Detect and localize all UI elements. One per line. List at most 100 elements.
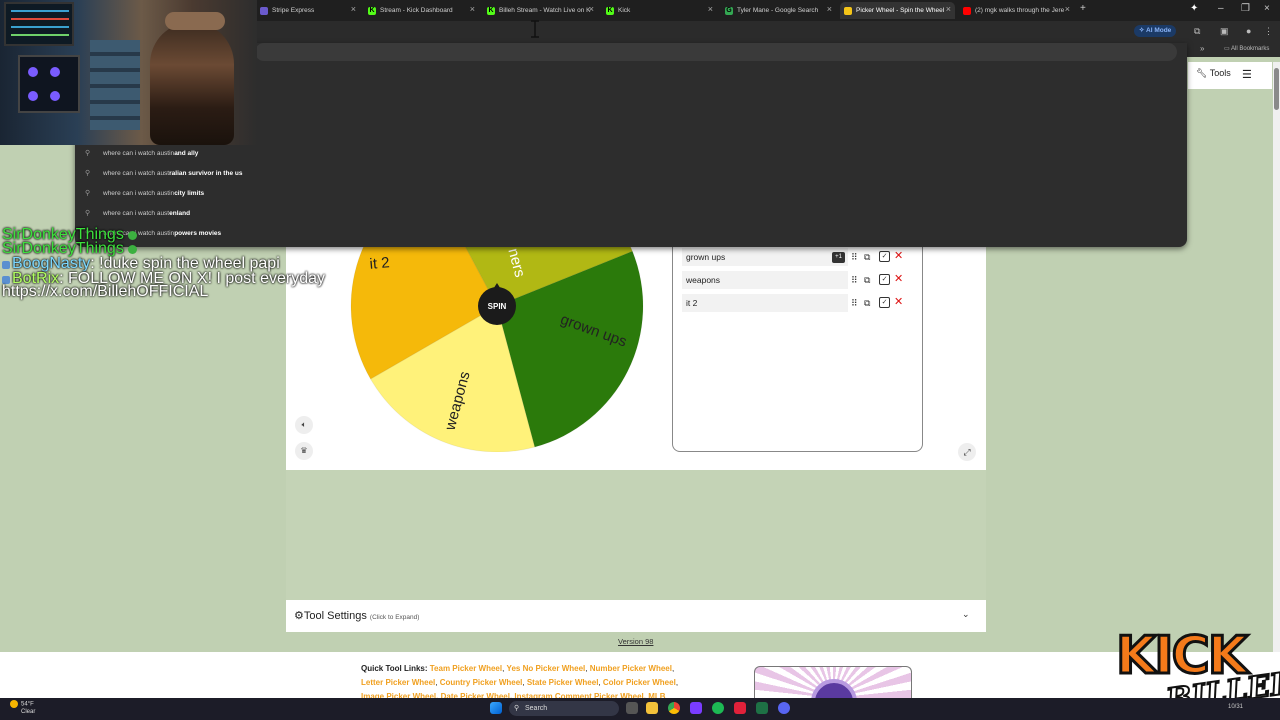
emote-icon <box>127 231 137 240</box>
weather-widget[interactable]: 54°F Clear <box>10 700 35 716</box>
search-icon: ⚲ <box>85 190 91 197</box>
delete-icon[interactable]: ✕ <box>894 296 903 308</box>
chevron-down-icon[interactable]: ⌄ <box>962 609 970 620</box>
minimize-icon[interactable]: – <box>1218 3 1224 14</box>
ai-mode-button[interactable]: ✧ AI Mode <box>1134 25 1177 37</box>
search-icon: ⚲ <box>85 170 91 177</box>
checkbox-icon[interactable]: ✓ <box>879 251 890 262</box>
entry-text[interactable]: weapons <box>682 271 848 289</box>
list-item: weapons ⠿ ⧉ ✓ ✕ <box>682 271 912 289</box>
spotify-icon[interactable] <box>712 702 724 714</box>
link-number-picker-wheel[interactable]: Number Picker Wheel <box>590 664 672 673</box>
tab-search-icon[interactable]: ▣ <box>1220 26 1229 37</box>
page-scrollbar[interactable] <box>1273 62 1280 702</box>
tab-kick-dashboard[interactable]: K Stream - Kick Dashboard × <box>364 2 479 19</box>
app-icon[interactable] <box>734 702 746 714</box>
link-country-picker-wheel[interactable]: Country Picker Wheel <box>440 678 523 687</box>
drag-handle-icon[interactable]: ⠿ <box>851 274 858 286</box>
start-icon[interactable] <box>490 702 502 714</box>
discord-icon[interactable] <box>778 702 790 714</box>
gear-icon: ⚙ <box>294 610 304 622</box>
link-state-picker-wheel[interactable]: State Picker Wheel <box>527 678 599 687</box>
taskbar-search[interactable]: ⚲ Search <box>509 701 619 716</box>
tab-favicon <box>260 6 268 15</box>
tab-billeh-stream[interactable]: K Billeh Stream - Watch Live on K × <box>483 2 598 19</box>
link-letter-picker-wheel[interactable]: Letter Picker Wheel <box>361 678 435 687</box>
link-color-picker-wheel[interactable]: Color Picker Wheel <box>603 678 676 687</box>
search-icon: ⚲ <box>85 210 91 217</box>
task-view-icon[interactable] <box>626 702 638 714</box>
close-icon[interactable]: × <box>589 4 594 14</box>
copilot-icon[interactable]: ✦ <box>1190 3 1198 14</box>
all-bookmarks-button[interactable]: ▭ All Bookmarks <box>1224 45 1269 52</box>
restore-icon[interactable]: ❐ <box>1241 3 1250 14</box>
close-icon[interactable]: × <box>1065 4 1070 14</box>
search-suggestion[interactable]: ⚲ where can i watch austin and ally <box>85 146 198 160</box>
shelf-graphic <box>90 40 140 130</box>
search-suggestion[interactable]: ⚲ where can i watch aust enland <box>85 206 190 220</box>
search-icon: ⚲ <box>85 150 91 157</box>
duplicate-icon[interactable]: ⧉ <box>864 297 870 309</box>
tools-button[interactable]: 🔧︎ Tools <box>1196 68 1231 79</box>
file-explorer-icon[interactable] <box>646 702 658 714</box>
chrome-icon[interactable] <box>668 702 680 714</box>
tab-stripe-express[interactable]: Stripe Express × <box>256 2 360 19</box>
folder-icon: ▭ <box>1224 46 1232 52</box>
tab-google-search[interactable]: G Tyler Mane - Google Search × <box>721 2 836 19</box>
new-tab-icon[interactable]: + <box>1080 3 1086 14</box>
drag-handle-icon[interactable]: ⠿ <box>851 297 858 309</box>
weather-sun-icon <box>10 700 18 708</box>
ai-sparkle-icon: ✧ <box>1139 27 1147 34</box>
terminal-icon[interactable] <box>756 702 768 714</box>
version-link[interactable]: Version 98 <box>618 637 653 646</box>
drag-handle-icon[interactable]: ⠿ <box>851 251 858 263</box>
scrollbar-thumb[interactable] <box>1274 68 1279 110</box>
tab-kick[interactable]: K Kick × <box>602 2 717 19</box>
duplicate-icon[interactable]: ⧉ <box>864 274 870 286</box>
close-icon[interactable]: × <box>470 4 475 14</box>
tab-picker-wheel[interactable]: Picker Wheel - Spin the Wheel × <box>840 2 955 19</box>
taskbar-clock: 10/31 <box>1228 704 1244 710</box>
profile-icon[interactable]: ● <box>1246 26 1251 36</box>
tool-settings-title[interactable]: ⚙Tool Settings (Click to Expand) <box>294 609 419 622</box>
entry-text[interactable]: grown ups <box>682 248 848 266</box>
extensions-icon[interactable]: ⧉ <box>1194 26 1200 37</box>
hamburger-menu-icon[interactable]: ☰ <box>1242 68 1252 81</box>
badge-icon <box>2 261 10 269</box>
trophy-icon[interactable]: ♛ <box>295 442 313 460</box>
delete-icon[interactable]: ✕ <box>894 250 903 262</box>
window-close-icon[interactable]: × <box>1264 3 1270 14</box>
checkbox-icon[interactable]: ✓ <box>879 274 890 285</box>
search-suggestion[interactable]: ⚲ where can i watch aust ralian survivor i… <box>85 166 242 180</box>
sun-graphic <box>811 679 857 698</box>
delete-icon[interactable]: ✕ <box>894 273 903 285</box>
tab-youtube-mgk[interactable]: (2) mgk walks through the Jere × <box>959 2 1074 19</box>
list-item: it 2 ⠿ ⧉ ✓ ✕ <box>682 294 912 312</box>
sound-toggle-icon[interactable]: 🔈︎ <box>295 416 313 434</box>
search-suggestion[interactable]: ⚲ where can i watch austin city limits <box>85 186 204 200</box>
duplicate-icon[interactable]: ⧉ <box>864 251 870 263</box>
count-badge: +1 <box>832 252 845 263</box>
close-icon[interactable]: × <box>708 4 713 14</box>
youtube-icon <box>963 6 971 15</box>
wheel-label-it-2: it 2 <box>369 254 390 273</box>
link-yes-no-picker-wheel[interactable]: Yes No Picker Wheel <box>507 664 586 673</box>
emote-icon <box>127 245 137 254</box>
close-icon[interactable]: × <box>946 4 951 14</box>
app-icon[interactable] <box>690 702 702 714</box>
picker-wheel-icon <box>844 6 852 15</box>
close-icon[interactable]: × <box>351 4 356 14</box>
promo-image[interactable] <box>754 666 912 698</box>
omnibox-input[interactable] <box>255 43 1177 61</box>
chevron-right-icon[interactable]: » <box>1200 44 1204 53</box>
checkbox-icon[interactable]: ✓ <box>879 297 890 308</box>
fullscreen-expand-icon[interactable]: ⤢ <box>958 443 976 461</box>
google-icon: G <box>725 6 733 15</box>
close-icon[interactable]: × <box>827 4 832 14</box>
link-team-picker-wheel[interactable]: Team Picker Wheel <box>430 664 502 673</box>
windows-taskbar <box>0 698 1280 720</box>
picker-wheel[interactable]: it 2 weapons grown ups ners SPIN <box>350 246 646 452</box>
more-icon[interactable]: ⋮ <box>1264 26 1273 37</box>
monitor-graphic <box>4 2 74 46</box>
entry-text[interactable]: it 2 <box>682 294 848 312</box>
